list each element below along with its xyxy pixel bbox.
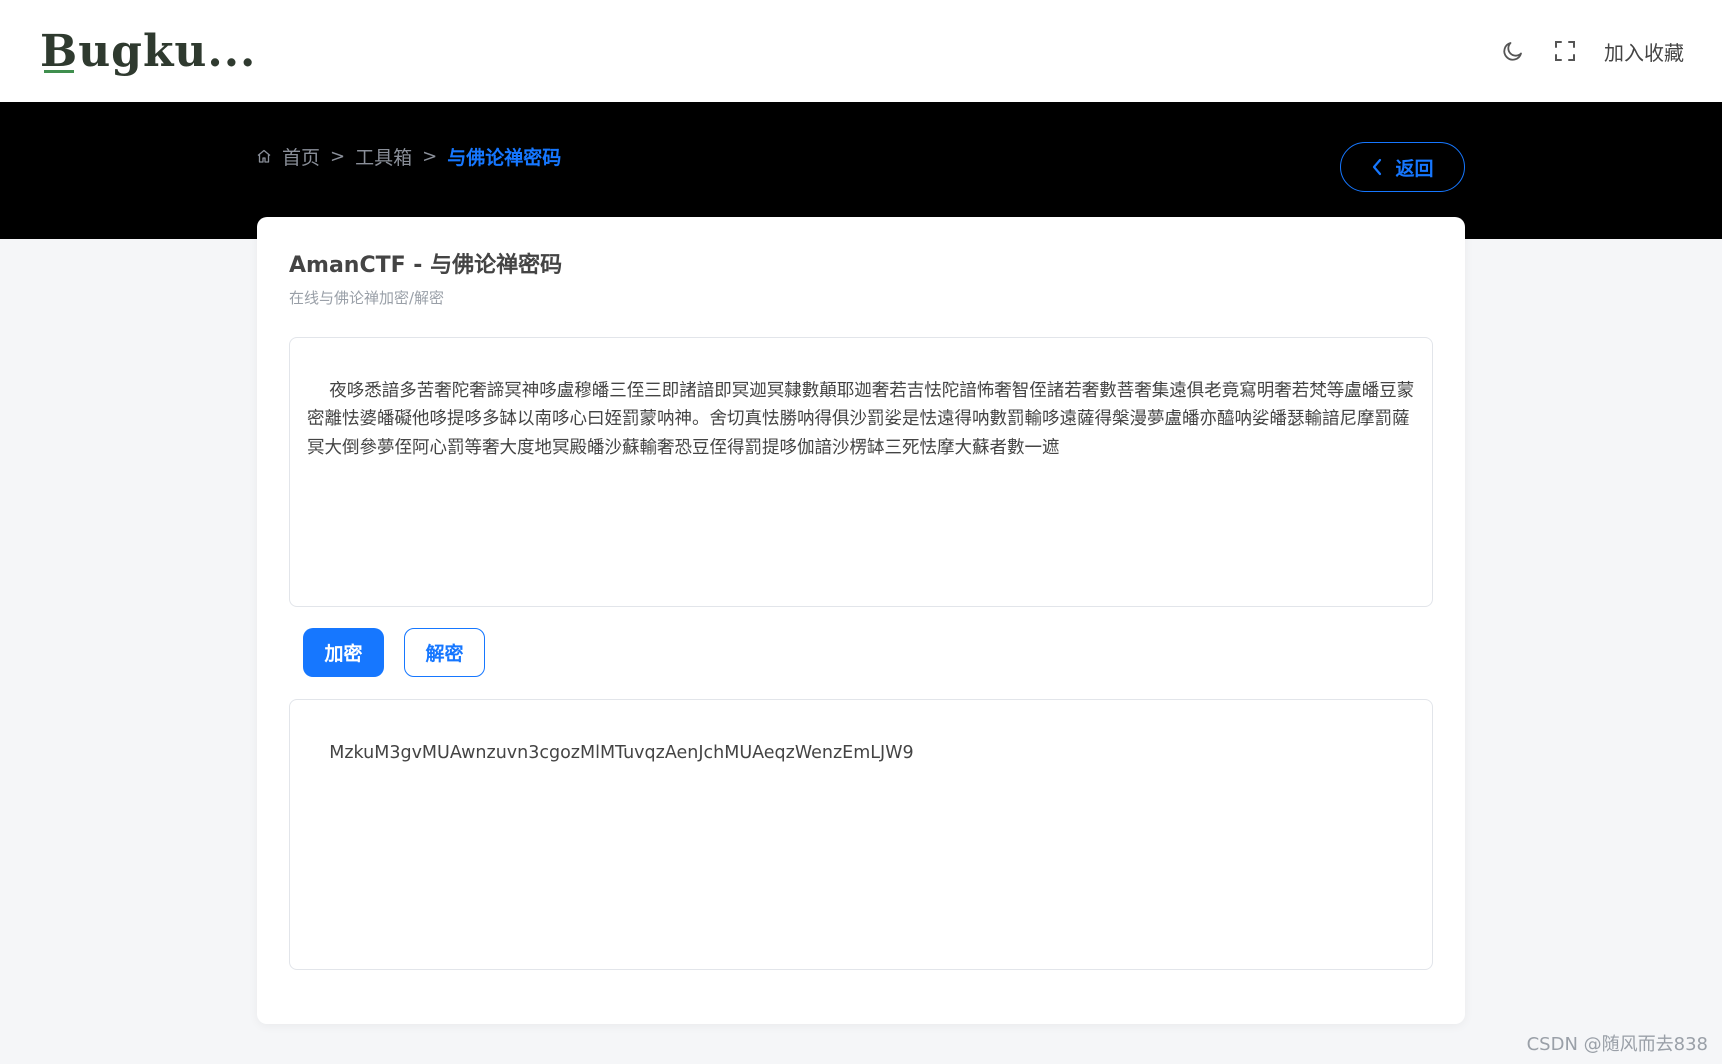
output-text: MzkuM3gvMUAwnzuvn3cgozMlMTuvqzAenJchMUAe… — [329, 742, 914, 763]
output-textarea[interactable]: MzkuM3gvMUAwnzuvn3cgozMlMTuvqzAenJchMUAe… — [289, 699, 1433, 970]
input-text: 夜哆悉諳多苦奢陀奢諦冥神哆盧穆皤三侄三即諸諳即冥迦冥隸數顛耶迦奢若吉怯陀諳怖奢智… — [307, 380, 1415, 458]
tool-card: AmanCTF - 与佛论禅密码 在线与佛论禅加密/解密 夜哆悉諳多苦奢陀奢諦冥… — [257, 217, 1465, 1024]
input-textarea[interactable]: 夜哆悉諳多苦奢陀奢諦冥神哆盧穆皤三侄三即諸諳即冥迦冥隸數顛耶迦奢若吉怯陀諳怖奢智… — [289, 337, 1433, 607]
breadcrumb-toolbox[interactable]: 工具箱 — [355, 143, 412, 170]
bugku-logo[interactable]: Bugku... — [40, 22, 257, 82]
breadcrumb: 首页 > 工具箱 > 与佛论禅密码 — [256, 141, 561, 171]
logo-underline — [44, 70, 74, 73]
page-title: AmanCTF - 与佛论禅密码 — [289, 253, 563, 278]
back-button-label: 返回 — [1395, 158, 1434, 180]
moon-icon[interactable] — [1500, 38, 1526, 64]
resize-handle-icon[interactable] — [1416, 590, 1428, 602]
resize-handle-icon[interactable] — [1416, 953, 1428, 965]
csdn-watermark: CSDN @随风而去838 — [1526, 1034, 1708, 1055]
home-icon[interactable] — [256, 148, 272, 164]
top-actions: 加入收藏 — [1500, 32, 1684, 70]
encrypt-button[interactable]: 加密 — [303, 628, 384, 677]
decrypt-button[interactable]: 解密 — [404, 628, 485, 677]
back-button[interactable]: 返回 — [1340, 142, 1465, 192]
breadcrumb-separator: > — [422, 145, 438, 167]
add-favorite-link[interactable]: 加入收藏 — [1604, 37, 1684, 66]
page-subtitle: 在线与佛论禅加密/解密 — [289, 289, 445, 307]
logo-text: Bugku... — [40, 26, 257, 77]
top-bar: Bugku... 加入收藏 — [0, 0, 1722, 102]
breadcrumb-home[interactable]: 首页 — [282, 143, 320, 170]
fullscreen-icon[interactable] — [1552, 38, 1578, 64]
chevron-left-icon — [1371, 158, 1383, 176]
breadcrumb-separator: > — [330, 145, 346, 167]
breadcrumb-current: 与佛论禅密码 — [447, 146, 562, 169]
